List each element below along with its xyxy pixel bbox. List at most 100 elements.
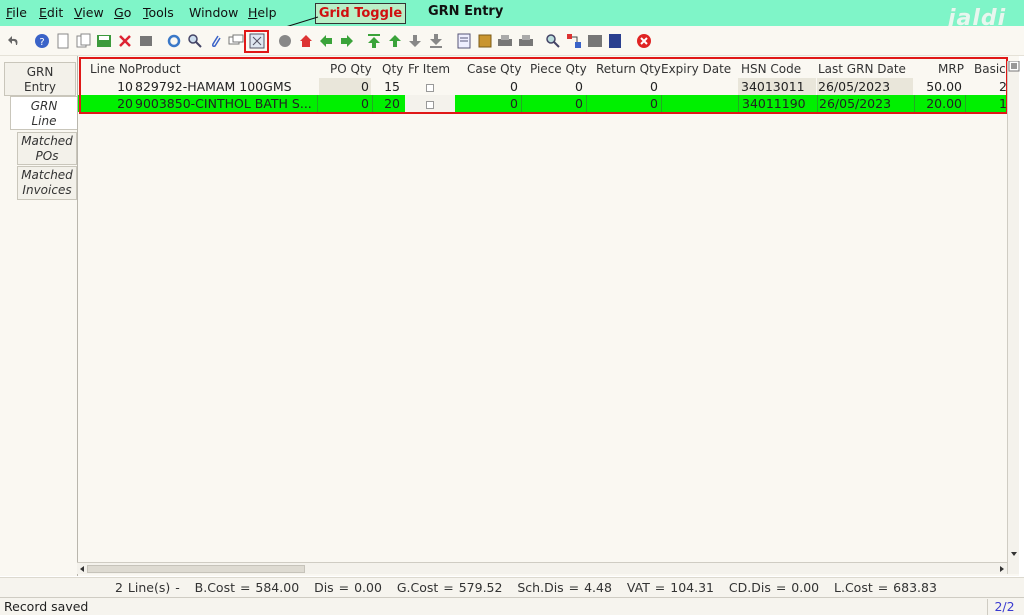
cell-po-qty[interactable]: 0 — [319, 78, 371, 95]
fr-item-checkbox[interactable] — [426, 100, 434, 109]
menu-go[interactable]: Go — [114, 5, 131, 20]
up-icon[interactable] — [387, 33, 403, 49]
cell-po-qty[interactable]: 0 — [319, 95, 371, 112]
cell-line-no[interactable]: 20 — [88, 95, 133, 112]
table-row[interactable]: 10 829792-HAMAM 100GMS 0 15 0 0 0 340130… — [78, 78, 1008, 95]
record-indicator[interactable]: 2/2 — [987, 599, 1021, 615]
cell-mrp[interactable]: 50.00 — [914, 78, 964, 95]
zoom-icon[interactable] — [545, 33, 561, 49]
tab-label: POs — [35, 149, 59, 163]
cell-qty[interactable]: 20 — [372, 95, 404, 112]
cell-product[interactable]: 9003850-CINTHOL BATH S... — [135, 95, 318, 112]
down-icon[interactable] — [407, 33, 423, 49]
tab-grn-line[interactable]: GRN Line — [10, 96, 77, 130]
horizontal-scroll-thumb[interactable] — [87, 565, 305, 573]
first-icon[interactable] — [366, 33, 382, 49]
vertical-scrollbar[interactable] — [1007, 60, 1020, 574]
new-icon[interactable] — [55, 33, 71, 49]
tab-label: Matched — [21, 134, 73, 148]
cell-hsn-code[interactable]: 34011190 — [738, 95, 816, 112]
toolbar: ? — [0, 26, 1024, 56]
col-hsn-code[interactable]: HSN Code — [741, 62, 801, 76]
menu-file[interactable]: File — [6, 5, 27, 20]
window-title: GRN Entry — [428, 4, 504, 19]
menu-window[interactable]: Window — [189, 5, 238, 20]
last-icon[interactable] — [428, 33, 444, 49]
tab-grn-entry[interactable]: GRN Entry — [4, 62, 76, 96]
col-basic[interactable]: Basic — [974, 62, 1006, 76]
horizontal-scrollbar[interactable] — [77, 562, 1007, 574]
back-icon[interactable] — [318, 33, 334, 49]
tab-matched-invoices[interactable]: Matched Invoices — [17, 166, 77, 200]
scroll-arrows-icon — [1008, 60, 1020, 556]
copy-icon[interactable] — [76, 33, 92, 49]
attach-icon[interactable] — [208, 33, 224, 49]
cell-basic[interactable]: 1 — [965, 95, 1007, 112]
cell-piece-qty[interactable]: 0 — [521, 78, 585, 95]
menu-view[interactable]: View — [74, 5, 104, 20]
cell-basic[interactable]: 2 — [965, 78, 1007, 95]
request-icon[interactable] — [587, 33, 603, 49]
print2-icon[interactable] — [497, 33, 513, 49]
col-return-qty[interactable]: Return Qty — [596, 62, 661, 76]
cell-expiry-date[interactable] — [661, 95, 737, 112]
cell-case-qty[interactable]: 0 — [456, 78, 520, 95]
col-last-grn-date[interactable]: Last GRN Date — [818, 62, 906, 76]
svg-text:?: ? — [39, 37, 44, 48]
cell-return-qty[interactable]: 0 — [586, 78, 660, 95]
product-icon[interactable] — [607, 33, 623, 49]
menu-help[interactable]: Help — [248, 5, 277, 20]
cell-qty[interactable]: 15 — [372, 78, 404, 95]
refresh-icon[interactable] — [166, 33, 182, 49]
tab-label: Entry — [24, 80, 56, 94]
save-icon[interactable] — [96, 33, 112, 49]
col-case-qty[interactable]: Case Qty — [467, 62, 521, 76]
close-icon[interactable] — [636, 33, 652, 49]
grn-line-grid: Line No Product PO Qty Qty Fr Item Case … — [77, 56, 1019, 576]
totals-text: 2 Line(s) - B.Cost = 584.00 Dis = 0.00 G… — [115, 580, 937, 595]
cell-hsn-code[interactable]: 34013011 — [738, 78, 816, 95]
cell-piece-qty[interactable]: 0 — [521, 95, 585, 112]
cell-product[interactable]: 829792-HAMAM 100GMS — [135, 78, 318, 95]
cell-line-no[interactable]: 10 — [88, 78, 133, 95]
cell-case-qty[interactable]: 0 — [456, 95, 520, 112]
chat-icon[interactable] — [228, 33, 244, 49]
print-icon[interactable] — [138, 33, 154, 49]
help-icon[interactable]: ? — [34, 33, 50, 49]
col-expiry-date[interactable]: Expiry Date — [661, 62, 731, 76]
grid-toggle-callout: Grid Toggle — [315, 3, 406, 24]
delete-icon[interactable] — [117, 33, 133, 49]
cell-fr-item[interactable] — [405, 95, 455, 112]
find-icon[interactable] — [187, 33, 203, 49]
col-mrp[interactable]: MRP — [938, 62, 964, 76]
table-row-selected[interactable]: 20 9003850-CINTHOL BATH S... 0 20 0 0 0 … — [78, 95, 1008, 112]
cell-return-qty[interactable]: 0 — [586, 95, 660, 112]
cell-last-grn-date[interactable]: 26/05/2023 — [817, 78, 913, 95]
fr-item-checkbox[interactable] — [426, 83, 434, 92]
workflow-icon[interactable] — [566, 33, 582, 49]
col-product[interactable]: Product — [135, 62, 181, 76]
col-line-no[interactable]: Line No — [90, 62, 135, 76]
tab-label: Invoices — [22, 183, 72, 197]
cell-mrp[interactable]: 20.00 — [914, 95, 964, 112]
grid-toggle-highlight — [244, 30, 269, 53]
print3-icon[interactable] — [518, 33, 534, 49]
home-icon[interactable] — [298, 33, 314, 49]
col-fr-item[interactable]: Fr Item — [408, 62, 450, 76]
history-icon[interactable] — [277, 33, 293, 49]
tab-matched-pos[interactable]: Matched POs — [17, 132, 77, 165]
undo-icon[interactable] — [6, 33, 22, 49]
menu-edit[interactable]: Edit — [39, 5, 63, 20]
cell-fr-item[interactable] — [405, 78, 455, 95]
cell-last-grn-date[interactable]: 26/05/2023 — [817, 95, 913, 112]
col-po-qty[interactable]: PO Qty — [330, 62, 372, 76]
col-piece-qty[interactable]: Piece Qty — [530, 62, 587, 76]
report-icon[interactable] — [456, 33, 472, 49]
grid-header: Line No Product PO Qty Qty Fr Item Case … — [78, 61, 1008, 79]
cell-expiry-date[interactable] — [661, 78, 737, 95]
tab-label: GRN — [30, 99, 58, 113]
forward-icon[interactable] — [339, 33, 355, 49]
menu-tools[interactable]: Tools — [143, 5, 174, 20]
archive-icon[interactable] — [477, 33, 493, 49]
col-qty[interactable]: Qty — [382, 62, 403, 76]
